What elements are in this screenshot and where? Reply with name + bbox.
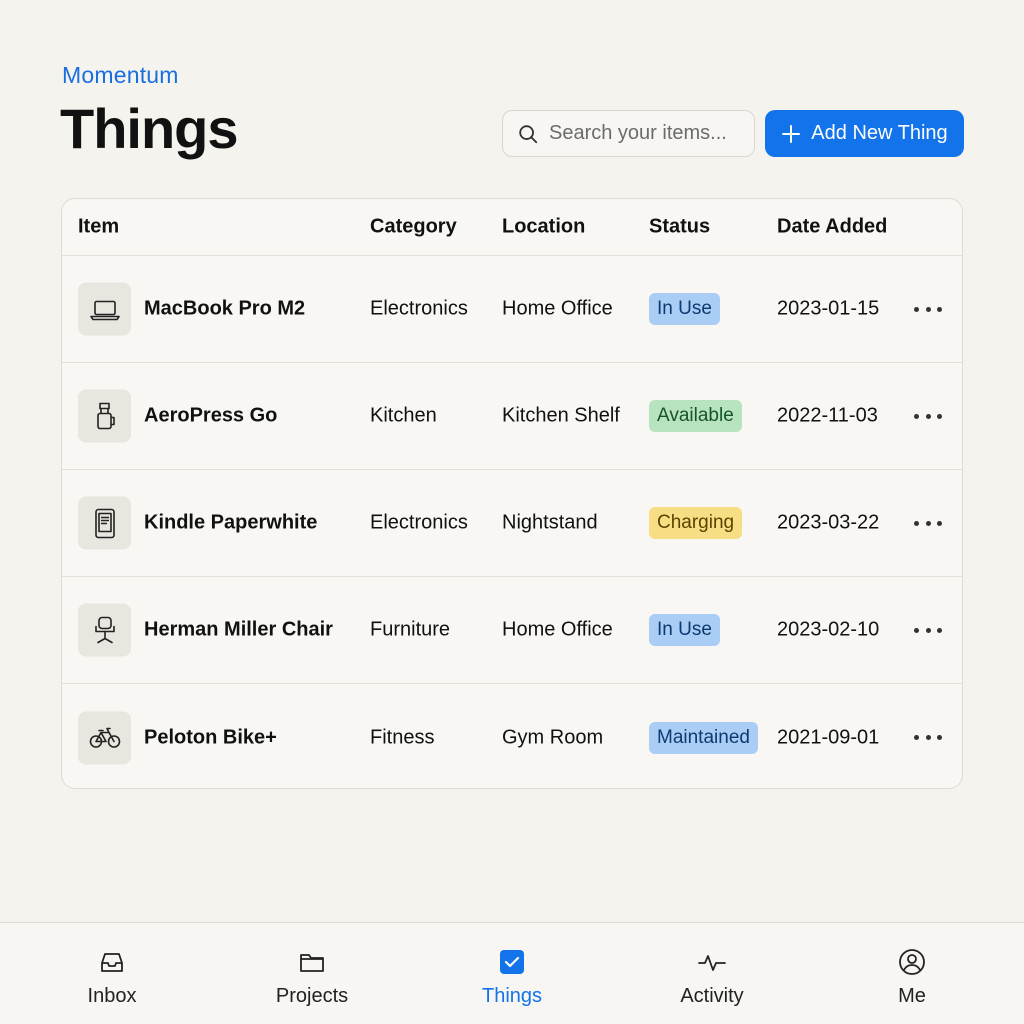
status-badge: Available — [649, 400, 742, 432]
add-new-thing-label: Add New Thing — [811, 122, 948, 144]
ereader-icon — [94, 508, 115, 538]
item-thumbnail — [78, 496, 131, 550]
table-row[interactable]: Kindle Paperwhite Electronics Nightstand… — [62, 470, 962, 577]
table-row[interactable]: Herman Miller Chair Furniture Home Offic… — [62, 577, 962, 684]
search-icon — [519, 124, 538, 143]
nav-item-activity[interactable]: Activity — [642, 923, 782, 1024]
more-options-icon[interactable] — [914, 513, 942, 533]
nav-label: Inbox — [87, 985, 137, 1007]
column-header-item[interactable]: Item — [78, 216, 119, 239]
item-date-added: 2023-02-10 — [777, 618, 880, 641]
item-category: Electronics — [370, 297, 468, 320]
item-location: Home Office — [502, 297, 613, 320]
nav-item-projects[interactable]: Projects — [242, 923, 382, 1024]
item-thumbnail — [78, 711, 131, 764]
search-input[interactable] — [549, 122, 739, 145]
item-date-added: 2022-11-03 — [777, 404, 878, 427]
item-date-added: 2023-01-15 — [777, 297, 880, 320]
status-badge: Charging — [649, 507, 743, 539]
item-date-added: 2021-09-01 — [777, 726, 880, 748]
table-row[interactable]: MacBook Pro M2 Electronics Home Office I… — [62, 256, 962, 363]
nav-item-me[interactable]: Me — [842, 923, 982, 1024]
nav-label: Me — [898, 985, 926, 1007]
laptop-icon — [89, 300, 120, 320]
item-location: Nightstand — [502, 511, 598, 534]
folder-icon — [300, 954, 324, 972]
add-new-thing-button[interactable]: Add New Thing — [765, 110, 964, 157]
more-options-icon[interactable] — [914, 299, 942, 319]
item-name: Peloton Bike+ — [144, 726, 277, 748]
checkbox-icon — [500, 950, 524, 974]
item-name: Herman Miller Chair — [144, 618, 333, 641]
bicycle-icon — [89, 727, 120, 748]
office-chair-icon — [94, 616, 115, 643]
item-category: Fitness — [370, 726, 435, 748]
item-thumbnail — [78, 389, 131, 443]
column-header-location[interactable]: Location — [502, 216, 585, 239]
more-options-icon[interactable] — [914, 728, 942, 748]
nav-label: Things — [481, 985, 543, 1007]
activity-icon — [698, 955, 726, 971]
table-row[interactable]: AeroPress Go Kitchen Kitchen Shelf Avail… — [62, 363, 962, 470]
item-name: MacBook Pro M2 — [144, 297, 306, 320]
table-row[interactable]: Peloton Bike+ Fitness Gym Room Maintaine… — [62, 684, 962, 788]
table-header: Item Category Location Status Date Added — [62, 199, 962, 256]
nav-label: Projects — [275, 985, 349, 1007]
coffee-press-icon — [96, 402, 115, 429]
items-table: Item Category Location Status Date Added… — [61, 198, 963, 789]
item-date-added: 2023-03-22 — [777, 511, 880, 534]
plus-icon — [782, 124, 801, 143]
nav-label: Activity — [680, 985, 744, 1007]
brand-label: Momentum — [62, 62, 179, 88]
status-badge: In Use — [649, 614, 720, 646]
item-location: Home Office — [502, 618, 613, 641]
nav-item-inbox[interactable]: Inbox — [42, 923, 182, 1024]
status-badge: In Use — [649, 293, 720, 325]
item-thumbnail — [78, 282, 131, 336]
column-header-category[interactable]: Category — [370, 216, 457, 239]
more-options-icon[interactable] — [914, 620, 942, 640]
item-category: Furniture — [370, 618, 451, 641]
item-category: Electronics — [370, 511, 468, 534]
more-options-icon[interactable] — [914, 406, 942, 426]
item-location: Gym Room — [502, 726, 604, 748]
nav-item-things[interactable]: Things — [442, 923, 582, 1024]
column-header-status[interactable]: Status — [649, 216, 710, 239]
item-name: AeroPress Go — [144, 404, 278, 427]
item-name: Kindle Paperwhite — [144, 511, 318, 534]
item-thumbnail — [78, 603, 131, 657]
inbox-icon — [101, 953, 123, 972]
item-category: Kitchen — [370, 404, 437, 427]
page-title: Things — [60, 97, 239, 160]
status-badge: Maintained — [649, 721, 758, 754]
column-header-date-added[interactable]: Date Added — [777, 216, 887, 239]
search-box[interactable] — [502, 110, 755, 157]
item-location: Kitchen Shelf — [502, 404, 620, 427]
user-circle-icon — [899, 949, 925, 975]
bottom-nav: Inbox Projects Things Activity Me — [0, 922, 1024, 1024]
